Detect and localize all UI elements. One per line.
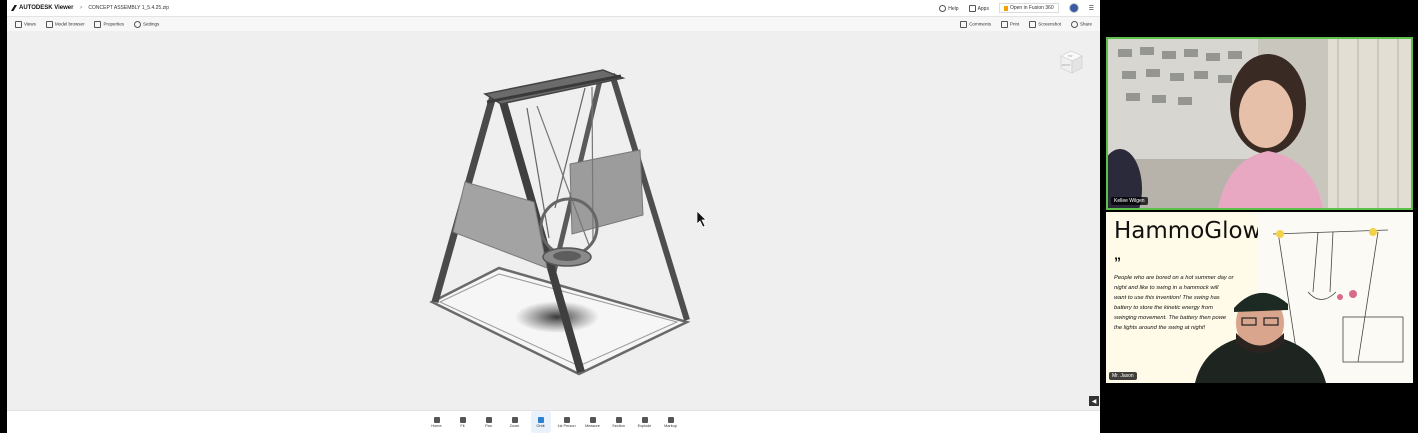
screenshot-label: Screenshot (1038, 21, 1061, 27)
tool-pan[interactable]: Pan (479, 411, 499, 433)
comments-button[interactable]: Comments (960, 20, 991, 28)
model-browser-button[interactable]: Model browser (45, 20, 85, 28)
slide-title: HammoGlow (1114, 218, 1262, 244)
views-label: Views (24, 21, 36, 27)
print-icon (1000, 20, 1008, 28)
orbit-icon (537, 416, 544, 423)
tool-explode[interactable]: Explode (635, 411, 655, 433)
mouse-pointer-icon (697, 211, 707, 227)
menu-icon[interactable]: ☰ (1089, 5, 1094, 12)
viewcube[interactable]: TOP FRONT (1057, 48, 1085, 76)
apps-label: Apps (977, 5, 989, 12)
screenshot-button[interactable]: Screenshot (1029, 20, 1061, 28)
tool-first-person-label: 1st Person (557, 423, 576, 428)
fit-icon (459, 416, 466, 423)
participant-video-feed (1195, 292, 1326, 383)
apps-grid-icon (968, 4, 976, 12)
participant-video-feed (1108, 39, 1411, 208)
tool-explode-label: Explode (637, 423, 652, 428)
model-shadow (515, 301, 599, 333)
fusion-icon (1003, 5, 1008, 11)
share-icon (1070, 20, 1078, 28)
settings-label: Settings (142, 21, 160, 27)
tool-zoom-label: Zoom (509, 423, 520, 428)
properties-label: Properties (103, 21, 124, 27)
viewcube-top-label: TOP (1067, 55, 1072, 58)
tool-fit-label: Fit (460, 423, 465, 428)
gear-icon (133, 20, 141, 28)
camera-icon (1029, 20, 1037, 28)
user-avatar[interactable] (1068, 3, 1079, 13)
ruler-icon (589, 416, 596, 423)
properties-icon (94, 20, 102, 28)
pencil-icon (667, 416, 674, 423)
settings-button[interactable]: Settings (133, 20, 160, 28)
properties-button[interactable]: Properties (94, 20, 124, 28)
print-button[interactable]: Print (1000, 20, 1020, 28)
home-icon (433, 416, 440, 423)
tool-home[interactable]: Home (427, 411, 447, 433)
comments-icon (960, 20, 968, 28)
help-button[interactable]: Help (939, 4, 959, 12)
zoom-icon (511, 416, 518, 423)
autodesk-logo[interactable]: AUTODESK Viewer (11, 5, 73, 11)
tool-pan-label: Pan (485, 423, 492, 428)
tool-orbit-label: Orbit (536, 423, 545, 428)
model-browser-icon (45, 20, 53, 28)
bottom-toolbar: Home Fit Pan Zoom Orbit 1st Person Measu… (7, 410, 1100, 433)
tool-section[interactable]: Section (609, 411, 629, 433)
autodesk-viewer-window: AUTODESK Viewer > CONCEPT ASSEMBLY 1_5.4… (7, 0, 1100, 433)
video-tile-kellee[interactable]: Kellee Wilgen (1106, 37, 1413, 210)
open-in-fusion-button[interactable]: Open in Fusion 360 (998, 3, 1059, 13)
viewer-secondary-toolbar: Views Model browser Properties Settings … (7, 17, 1100, 31)
first-person-icon (563, 416, 570, 423)
apps-button[interactable]: Apps (968, 4, 989, 12)
explode-icon (641, 416, 648, 423)
help-icon (939, 4, 947, 12)
share-label: Share (1079, 21, 1092, 27)
tool-markup[interactable]: Markup (661, 411, 681, 433)
open-in-fusion-label: Open in Fusion 360 (1009, 5, 1054, 11)
model-browser-label: Model browser (54, 21, 85, 27)
tool-measure[interactable]: Measure (583, 411, 603, 433)
collapse-panel-button[interactable]: ◀ (1089, 396, 1099, 406)
autodesk-logo-mark (11, 5, 17, 11)
tool-first-person[interactable]: 1st Person (557, 411, 577, 433)
print-label: Print (1009, 21, 1020, 27)
section-icon (615, 416, 622, 423)
brand-label: AUTODESK Viewer (19, 5, 74, 11)
breadcrumb-separator: > (79, 5, 83, 11)
pan-icon (485, 416, 492, 423)
participant-name-kellee: Kellee Wilgen (1111, 197, 1148, 205)
slide-quote-mark: ” (1114, 254, 1121, 270)
viewcube-front-label: FRONT (1062, 64, 1071, 67)
tool-fit[interactable]: Fit (453, 411, 473, 433)
tool-zoom[interactable]: Zoom (505, 411, 525, 433)
tool-home-label: Home (431, 423, 442, 428)
model-canvas[interactable] (7, 32, 1100, 410)
views-button[interactable]: Views (15, 20, 36, 28)
tool-markup-label: Markup (664, 423, 677, 428)
comments-label: Comments (969, 21, 991, 27)
file-name: CONCEPT ASSEMBLY 1_5.4.25.zip (88, 5, 169, 11)
help-label: Help (948, 5, 959, 12)
participant-name-mr-jason: Mr. Jason (1109, 372, 1137, 380)
video-tile-mr-jason[interactable]: HammoGlow ” People who are bored on a ho… (1106, 212, 1413, 383)
share-button[interactable]: Share (1070, 20, 1092, 28)
viewer-header: AUTODESK Viewer > CONCEPT ASSEMBLY 1_5.4… (7, 0, 1100, 17)
tool-orbit[interactable]: Orbit (530, 411, 551, 433)
tool-measure-label: Measure (585, 423, 600, 428)
views-icon (15, 20, 22, 28)
tool-section-label: Section (612, 423, 625, 428)
swing-set-model[interactable] (429, 69, 691, 376)
